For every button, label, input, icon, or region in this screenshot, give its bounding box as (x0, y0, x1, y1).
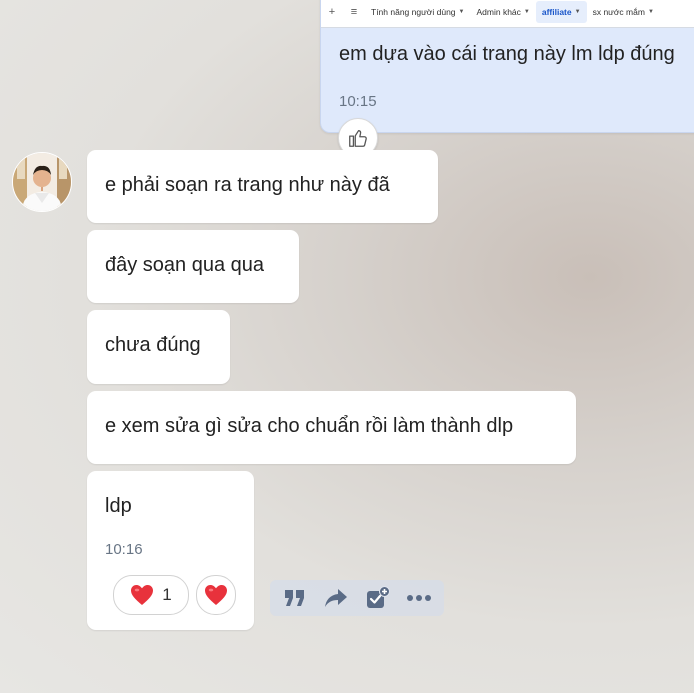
avatar-image (13, 153, 71, 211)
caret-down-icon: ▼ (523, 9, 530, 15)
embedded-tab-affiliate: affiliate ▼ (535, 1, 587, 23)
more-icon (407, 595, 432, 601)
avatar[interactable] (12, 152, 72, 212)
message-text: đây soạn qua qua (105, 254, 265, 276)
caret-down-icon: ▼ (647, 9, 654, 15)
embedded-tab-admin-khac: Admin khác ▼ (476, 7, 530, 17)
received-message-bubble[interactable]: e xem sửa gì sửa cho chuẩn rồi làm thành… (87, 391, 576, 464)
sent-message-time: 10:15 (339, 93, 377, 110)
forward-button[interactable] (321, 583, 351, 613)
embedded-tab-sx-nuoc-mam: sx nước mắm ▼ (592, 7, 654, 17)
message-action-toolbar (270, 580, 444, 616)
message-time: 10:16 (105, 541, 143, 558)
reaction-count: 1 (162, 585, 172, 604)
received-message-bubble[interactable]: ldp 10:16 1 (87, 471, 254, 630)
caret-down-icon: ▼ (458, 9, 465, 15)
task-add-icon (366, 586, 390, 608)
heart-icon (131, 585, 154, 605)
message-text: ldp (105, 495, 132, 517)
received-message-bubble[interactable]: e phải soạn ra trang như này đã (87, 150, 438, 223)
caret-down-icon: ▼ (574, 9, 581, 15)
thumbs-up-icon (349, 130, 367, 147)
menu-icon: ≡ (350, 6, 358, 18)
message-text: e phải soạn ra trang như này đã (105, 174, 390, 196)
received-message-bubble[interactable]: chưa đúng (87, 310, 230, 384)
heart-reaction-count[interactable]: 1 (113, 575, 189, 615)
message-text: e xem sửa gì sửa cho chuẩn rồi làm thành… (105, 415, 514, 437)
embedded-screenshot-toolbar: + ≡ Tính năng người dùng ▼ Admin khác ▼ … (321, 0, 694, 28)
quote-button[interactable] (280, 583, 310, 613)
add-task-button[interactable] (363, 583, 393, 613)
sent-message-text: em dựa vào cái trang này lm ldp đúng (339, 43, 675, 65)
message-text: chưa đúng (105, 334, 201, 356)
forward-icon (325, 589, 348, 607)
embedded-tab-tinh-nang: Tính năng người dùng ▼ (371, 7, 465, 17)
sent-message-bubble[interactable]: + ≡ Tính năng người dùng ▼ Admin khác ▼ … (320, 0, 694, 133)
heart-icon (205, 585, 227, 605)
more-options-button[interactable] (404, 583, 434, 613)
add-heart-reaction-button[interactable] (196, 575, 236, 615)
received-message-bubble[interactable]: đây soạn qua qua (87, 230, 299, 303)
quote-icon (284, 590, 304, 606)
plus-icon: + (328, 6, 336, 18)
